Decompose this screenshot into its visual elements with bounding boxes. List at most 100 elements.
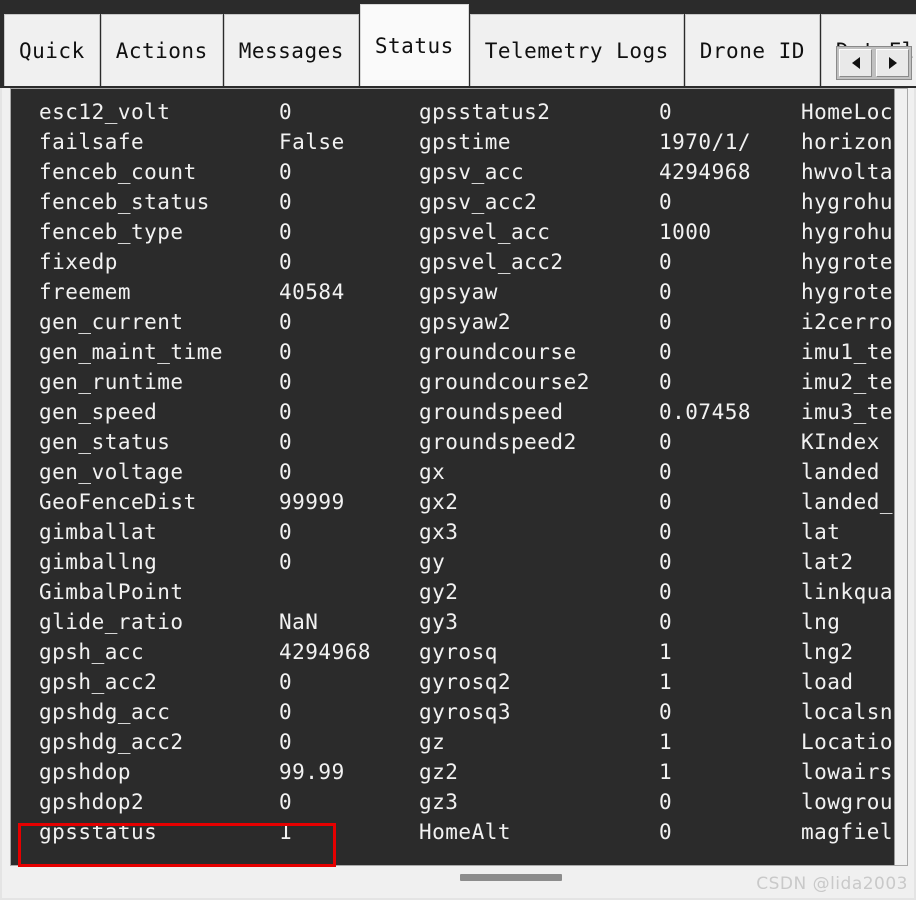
status-label: hygrohumi — [801, 190, 908, 214]
status-value: 0 — [279, 400, 293, 424]
status-label: gpsh_acc2 — [39, 670, 158, 694]
status-label: fenceb_count — [39, 160, 197, 184]
status-value: 99.99 — [279, 760, 345, 784]
status-row[interactable]: horizondi — [801, 127, 908, 157]
status-label: gen_maint_time — [39, 340, 224, 364]
tab-label: Messages — [238, 38, 344, 63]
status-row[interactable]: imu3_temp — [801, 397, 908, 427]
status-label: localsnrd — [801, 700, 908, 724]
status-label: gy — [419, 550, 446, 574]
status-row[interactable]: hygrotemp — [801, 277, 907, 307]
status-value: 0 — [659, 820, 673, 844]
status-value: 0 — [279, 340, 293, 364]
status-row[interactable]: hygrohumi — [801, 187, 908, 217]
status-value: 0 — [659, 460, 673, 484]
status-label: gimballng — [39, 550, 158, 574]
status-row[interactable]: lowairspe — [801, 757, 907, 787]
status-row[interactable]: Location — [801, 727, 907, 757]
status-value: 0 — [279, 310, 293, 334]
status-label: gy2 — [419, 580, 459, 604]
tab-label: Quick — [19, 38, 85, 63]
status-label: groundcourse2 — [419, 370, 590, 394]
tab-list: Quick Actions Messages Status Telemetry … — [4, 4, 916, 86]
status-label: imu3_temp — [801, 400, 908, 424]
status-label: gpsv_acc — [419, 160, 525, 184]
status-row[interactable]: hwvoltage — [801, 157, 907, 187]
status-value: 1 — [279, 820, 293, 844]
status-row[interactable]: KIndex — [801, 427, 907, 457]
horizontal-scrollbar-thumb[interactable] — [460, 874, 562, 881]
status-label: HomeAlt — [419, 820, 512, 844]
status-label: landed — [801, 460, 880, 484]
status-row[interactable]: load — [801, 667, 907, 697]
status-row[interactable]: hygrohumi — [801, 217, 907, 247]
arrow-left-icon — [851, 57, 860, 69]
status-row[interactable]: lng2 — [801, 637, 907, 667]
status-label: fenceb_type — [39, 220, 184, 244]
status-value: 4294968 — [659, 160, 752, 184]
status-label: gz — [419, 730, 446, 754]
status-label: GimbalPoint — [39, 580, 184, 604]
status-value: 4294968 — [279, 640, 372, 664]
status-value: NaN — [279, 610, 319, 634]
status-label: groundspeed — [419, 400, 564, 424]
status-value: 0 — [659, 280, 673, 304]
status-value: 0 — [279, 550, 293, 574]
status-value: 0 — [659, 490, 673, 514]
tab-drone-id[interactable]: Drone ID — [684, 14, 820, 86]
status-label: gpsyaw — [419, 280, 498, 304]
tab-label: Telemetry Logs — [484, 38, 669, 63]
tab-quick[interactable]: Quick — [4, 14, 100, 86]
status-value: False — [279, 130, 345, 154]
status-label: gen_runtime — [39, 370, 184, 394]
status-row[interactable]: landed_st — [801, 487, 907, 517]
tab-scroll-next-button[interactable] — [876, 49, 909, 77]
status-label: horizondi — [801, 130, 908, 154]
tab-label: Drone ID — [699, 38, 805, 63]
status-value: 0 — [279, 100, 293, 124]
status-label: gpsstatus — [39, 820, 158, 844]
status-row[interactable]: lowground — [801, 787, 907, 817]
tab-scroll-prev-button[interactable] — [839, 49, 872, 77]
status-label: i2cerrors — [801, 310, 908, 334]
status-value: 0 — [659, 550, 673, 574]
status-row[interactable]: linkquali — [801, 577, 907, 607]
status-row[interactable]: magfield — [801, 817, 907, 847]
tab-status[interactable]: Status — [359, 4, 469, 86]
status-row[interactable]: imu2_temp — [801, 367, 907, 397]
tab-telemetry-logs[interactable]: Telemetry Logs — [469, 14, 684, 86]
tab-actions[interactable]: Actions — [100, 14, 223, 86]
status-value: 0 — [659, 790, 673, 814]
status-row[interactable]: lat2 — [801, 547, 907, 577]
status-value: 0 — [659, 100, 673, 124]
status-label: load — [801, 670, 854, 694]
status-row[interactable]: imu1_temp — [801, 337, 907, 367]
tab-messages[interactable]: Messages — [223, 14, 359, 86]
status-label: gx — [419, 460, 446, 484]
status-row[interactable]: lng — [801, 607, 907, 637]
status-row[interactable]: HomeLocat — [801, 97, 907, 127]
status-row[interactable]: i2cerrors — [801, 307, 908, 337]
status-row[interactable]: lat — [801, 517, 907, 547]
tab-label: Actions — [115, 38, 208, 63]
status-label: freemem — [39, 280, 132, 304]
status-value: 0 — [279, 460, 293, 484]
status-row[interactable]: hygrotemp — [801, 247, 907, 277]
vertical-scroll-strip[interactable] — [894, 89, 907, 865]
status-value: 1 — [659, 670, 673, 694]
watermark: CSDN @lida2003 — [756, 874, 908, 894]
status-row[interactable]: localsnrd — [801, 697, 908, 727]
status-value: 0 — [659, 250, 673, 274]
status-label: gen_status — [39, 430, 171, 454]
status-label: gx3 — [419, 520, 459, 544]
status-value: 0 — [659, 340, 673, 364]
status-value: 0 — [659, 700, 673, 724]
status-row[interactable]: landed — [801, 457, 907, 487]
status-column-3: HomeLocat horizondi hwvoltage hygrohumi … — [801, 97, 908, 847]
status-value: 0 — [279, 190, 293, 214]
status-value: 40584 — [279, 280, 345, 304]
status-label: lng — [801, 610, 841, 634]
status-label: gyrosq2 — [419, 670, 512, 694]
status-label: Location — [801, 730, 907, 754]
tab-scroll-spinner[interactable] — [836, 46, 912, 80]
